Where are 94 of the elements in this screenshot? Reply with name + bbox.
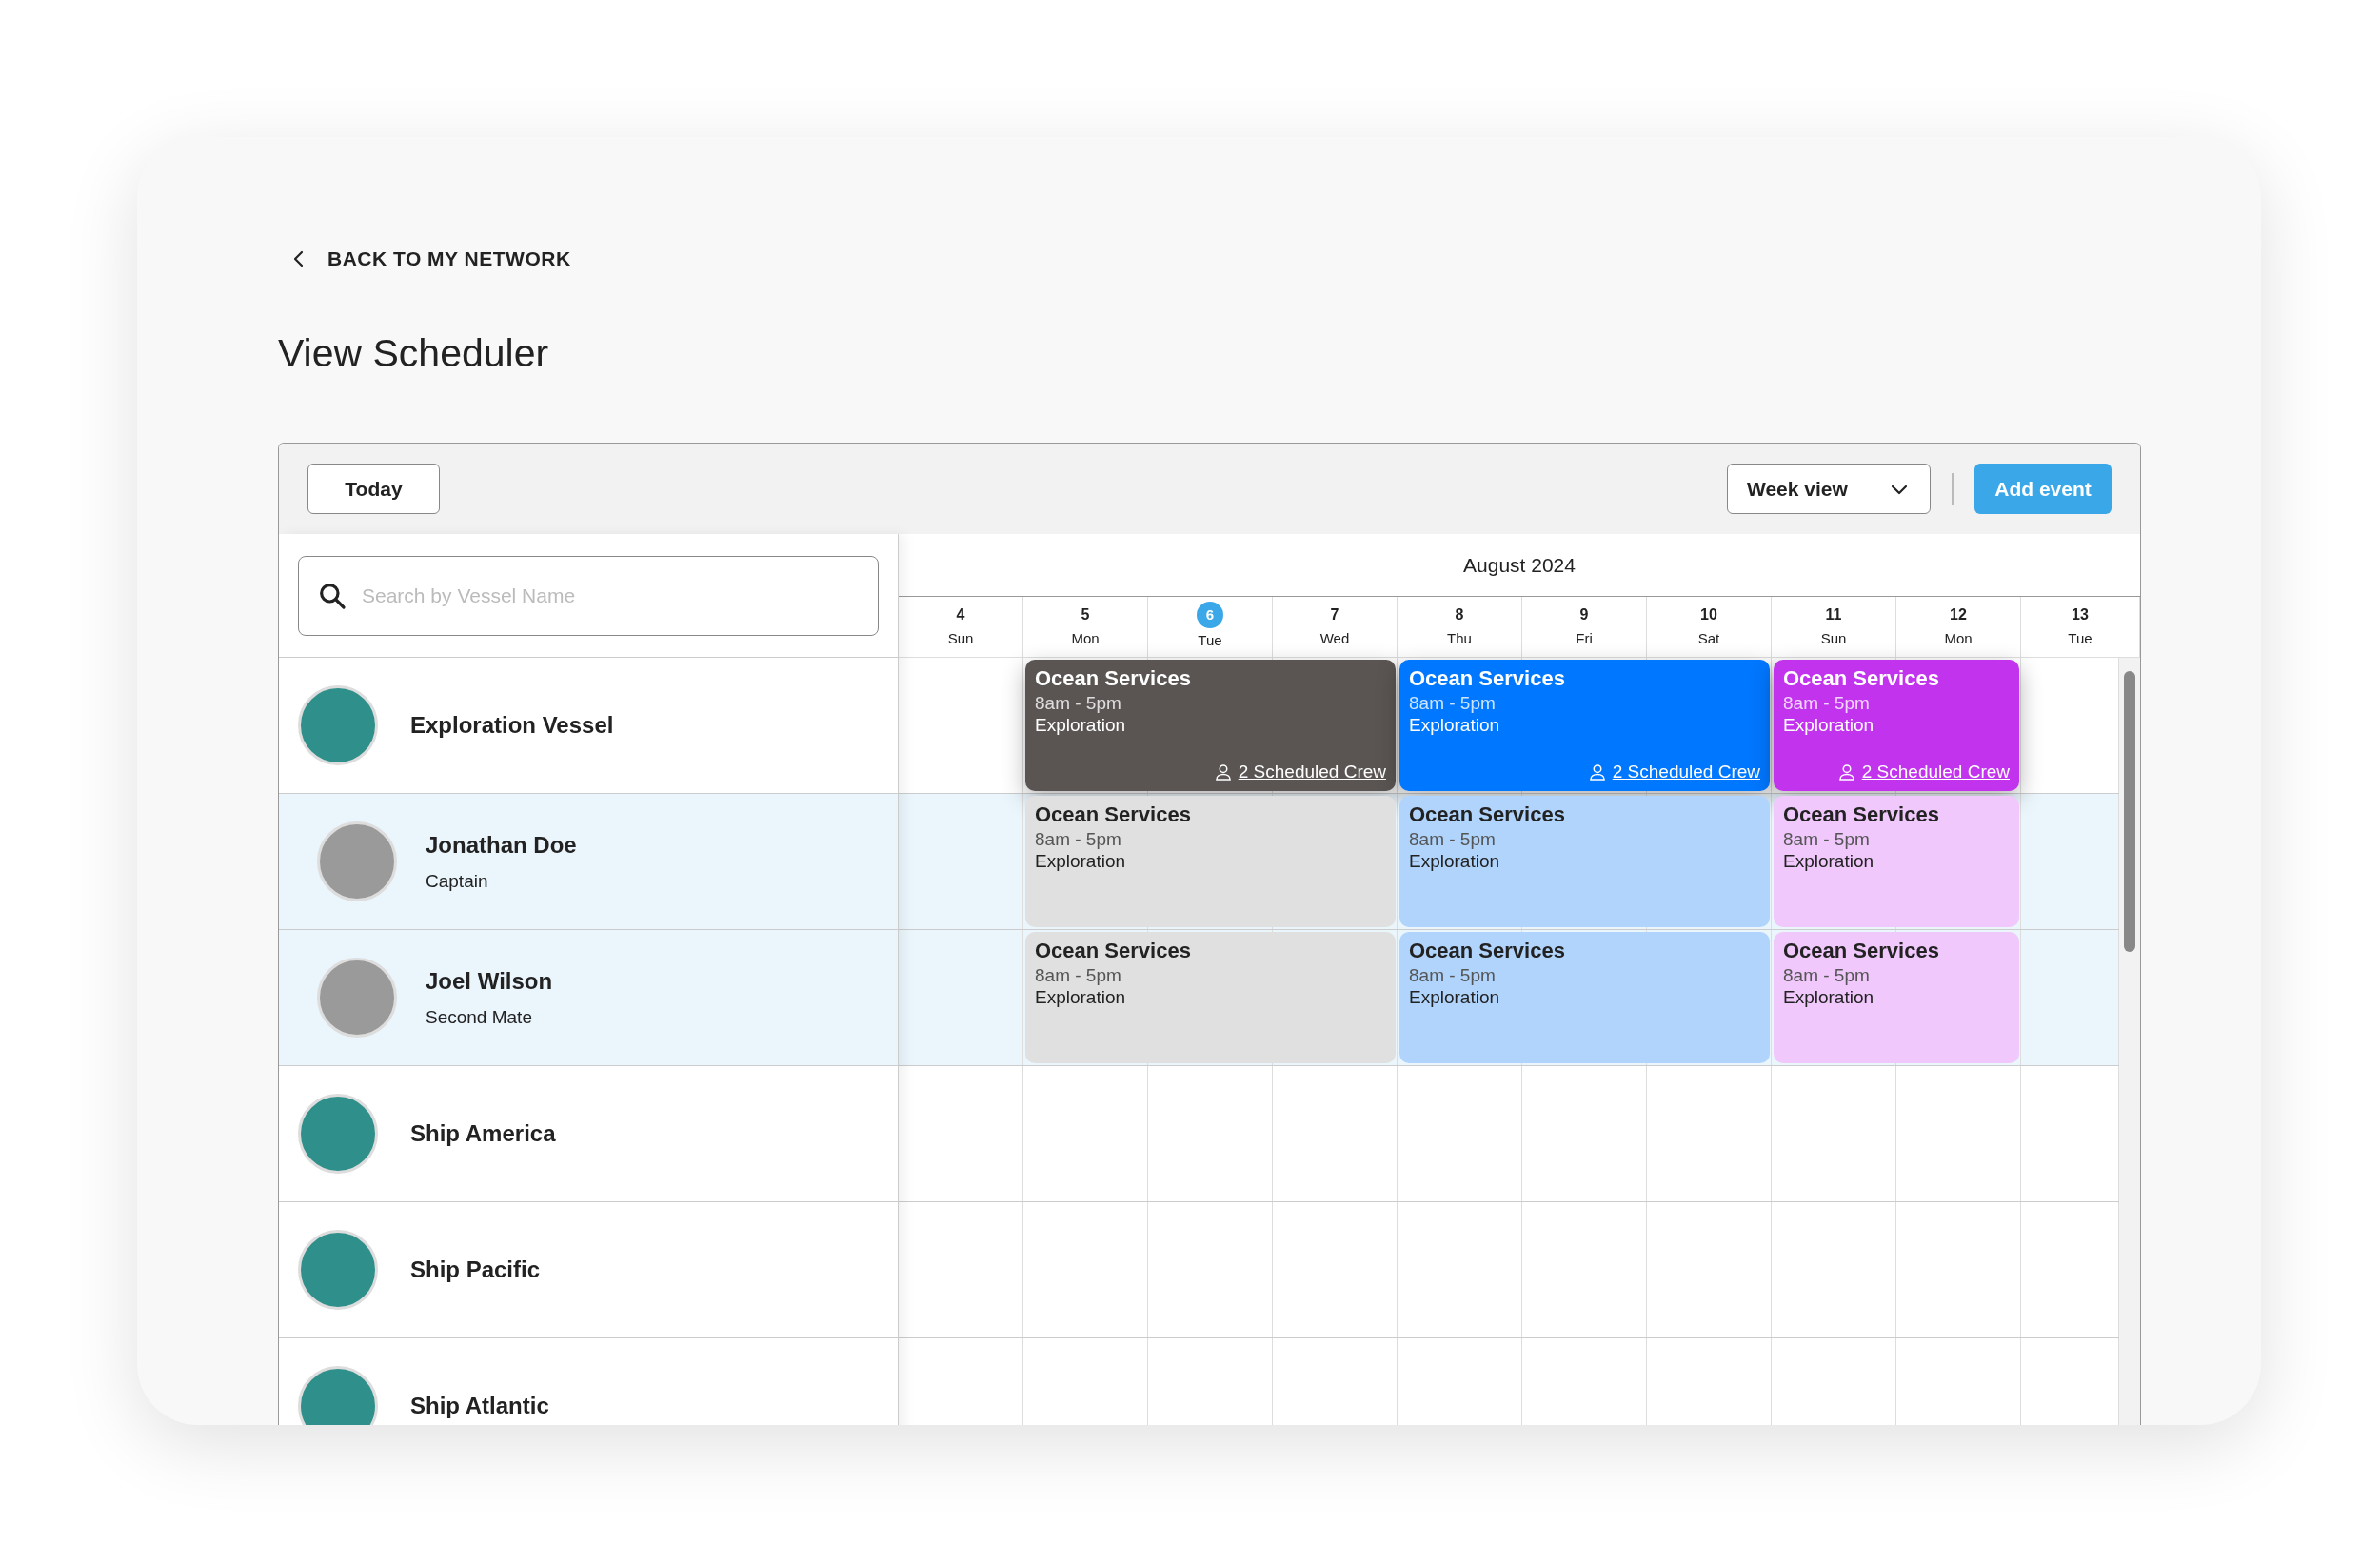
event-label: Exploration — [1783, 850, 1875, 872]
scheduled-crew-link[interactable]: 2 Scheduled Crew — [1612, 758, 1760, 785]
person-icon — [1836, 762, 1856, 782]
person-icon — [1213, 762, 1233, 782]
weekday-label: Thu — [1447, 629, 1472, 649]
today-button[interactable]: Today — [307, 464, 440, 514]
vessel-row[interactable]: Ship Pacific — [279, 1202, 898, 1338]
day-header[interactable]: 6 Tue — [1148, 597, 1273, 657]
day-header[interactable]: 5 Mon — [1023, 597, 1148, 657]
vessel-name: Ship Atlantic — [410, 1392, 549, 1420]
event-label: Exploration — [1409, 714, 1501, 736]
event-time: 8am - 5pm — [1035, 828, 1122, 850]
scheduled-crew-link[interactable]: 2 Scheduled Crew — [1861, 758, 2010, 785]
day-number: 8 — [1455, 605, 1464, 625]
crew-role: Second Mate — [426, 1005, 533, 1029]
event-label: Exploration — [1035, 986, 1127, 1008]
page-title: View Scheduler — [278, 330, 550, 377]
weekday-label: Wed — [1319, 629, 1350, 649]
event-label: Exploration — [1783, 986, 1875, 1008]
event-label: Exploration — [1783, 714, 1875, 736]
event-card[interactable]: Ocean Services 8am - 5pm Exploration 2 Scheduled Crew — [1774, 660, 2019, 791]
event-title: Ocean Services — [1783, 938, 1940, 964]
day-number: 13 — [2072, 605, 2089, 625]
vessel-name: Ship America — [410, 1119, 556, 1148]
weekday-label: Sun — [1820, 629, 1847, 649]
day-number: 12 — [1950, 605, 1967, 625]
day-header[interactable]: 13 Tue — [2021, 597, 2140, 657]
event-time: 8am - 5pm — [1783, 828, 1871, 850]
event-card[interactable]: Ocean Services 8am - 5pm Exploration — [1399, 796, 1770, 927]
day-header[interactable]: 9 Fri — [1522, 597, 1647, 657]
scheduled-crew-link[interactable]: 2 Scheduled Crew — [1238, 758, 1386, 785]
event-title: Ocean Services — [1409, 802, 1566, 828]
day-header[interactable]: 10 Sat — [1647, 597, 1772, 657]
event-label: Exploration — [1409, 986, 1501, 1008]
event-title: Ocean Services — [1035, 938, 1192, 964]
back-link[interactable]: BACK TO MY NETWORK — [288, 244, 571, 274]
scrollbar-thumb[interactable] — [2124, 671, 2135, 952]
person-icon — [1587, 762, 1607, 782]
event-card[interactable]: Ocean Services 8am - 5pm Exploration — [1399, 932, 1770, 1063]
view-select[interactable]: Week view — [1727, 464, 1931, 514]
weekday-label: Mon — [1944, 629, 1973, 649]
weekday-label: Tue — [1198, 631, 1222, 651]
event-time: 8am - 5pm — [1035, 692, 1122, 714]
event-card[interactable]: Ocean Services 8am - 5pm Exploration — [1025, 796, 1396, 927]
event-label: Exploration — [1409, 850, 1501, 872]
event-title: Ocean Services — [1783, 665, 1940, 692]
day-header[interactable]: 4 Sun — [899, 597, 1023, 657]
event-card[interactable]: Ocean Services 8am - 5pm Exploration — [1774, 796, 2019, 927]
day-number: 9 — [1579, 605, 1589, 625]
event-time: 8am - 5pm — [1035, 964, 1122, 986]
crew-role: Captain — [426, 869, 489, 893]
event-time: 8am - 5pm — [1783, 692, 1871, 714]
crew-row[interactable]: Jonathan Doe Captain — [279, 794, 898, 930]
search-field[interactable]: Search by Vessel Name — [298, 555, 879, 636]
weekday-label: Tue — [2068, 629, 2092, 649]
weekday-label: Sat — [1697, 629, 1720, 649]
event-time: 8am - 5pm — [1409, 692, 1497, 714]
event-title: Ocean Services — [1409, 665, 1566, 692]
day-header[interactable]: 11 Sun — [1772, 597, 1896, 657]
event-label: Exploration — [1035, 850, 1127, 872]
event-card[interactable]: Ocean Services 8am - 5pm Exploration — [1774, 932, 2019, 1063]
event-card[interactable]: Ocean Services 8am - 5pm Exploration 2 Scheduled Crew — [1399, 660, 1770, 791]
event-title: Ocean Services — [1035, 802, 1192, 828]
event-title: Ocean Services — [1783, 802, 1940, 828]
crew-row[interactable]: Joel Wilson Second Mate — [279, 930, 898, 1066]
crew-name: Joel Wilson — [426, 966, 553, 996]
day-number: 11 — [1825, 605, 1842, 625]
day-header[interactable]: 7 Wed — [1273, 597, 1398, 657]
event-card[interactable]: Ocean Services 8am - 5pm Exploration — [1025, 932, 1396, 1063]
day-header[interactable]: 12 Mon — [1896, 597, 2021, 657]
vessel-name: Ship Pacific — [410, 1256, 541, 1284]
event-card[interactable]: Ocean Services 8am - 5pm Exploration 2 Scheduled Crew — [1025, 660, 1396, 791]
weekday-label: Fri — [1576, 629, 1593, 649]
event-time: 8am - 5pm — [1409, 828, 1497, 850]
vessel-name: Exploration Vessel — [410, 711, 614, 740]
event-time: 8am - 5pm — [1409, 964, 1497, 986]
scrollbar[interactable] — [2119, 658, 2140, 1425]
weekday-label: Mon — [1071, 629, 1100, 649]
weekday-label: Sun — [947, 629, 974, 649]
event-label: Exploration — [1035, 714, 1127, 736]
day-number: 7 — [1330, 605, 1339, 625]
day-number: 6 — [1197, 602, 1223, 629]
vessel-row[interactable]: Exploration Vessel — [279, 658, 898, 794]
day-number: 10 — [1700, 605, 1717, 625]
event-time: 8am - 5pm — [1783, 964, 1871, 986]
vessel-row[interactable]: Ship Atlantic — [279, 1338, 898, 1425]
month-label: August 2024 — [1463, 552, 1576, 578]
vessel-row[interactable]: Ship America — [279, 1066, 898, 1202]
day-number: 4 — [956, 605, 965, 625]
day-header[interactable]: 8 Thu — [1398, 597, 1522, 657]
event-title: Ocean Services — [1035, 665, 1192, 692]
crew-name: Jonathan Doe — [426, 830, 577, 860]
event-title: Ocean Services — [1409, 938, 1566, 964]
day-number: 5 — [1081, 605, 1090, 625]
